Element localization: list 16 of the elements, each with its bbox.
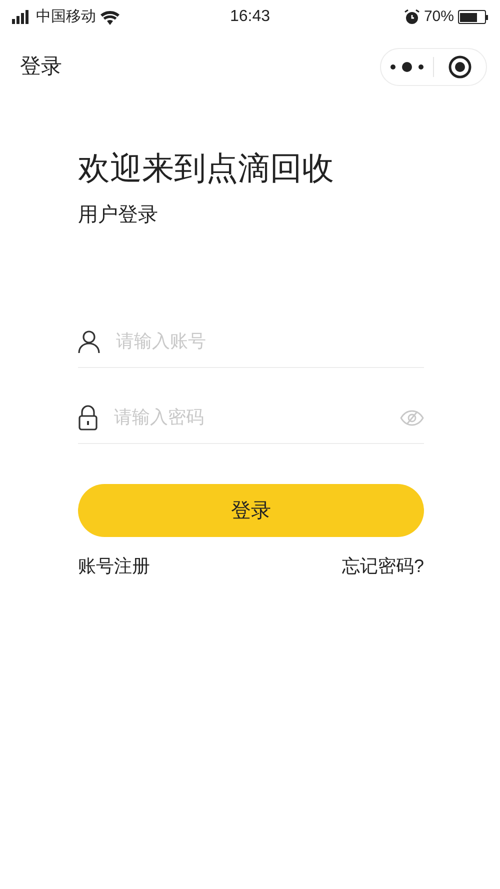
battery-percent: 70% (424, 6, 454, 27)
user-icon (78, 330, 100, 354)
login-subtitle: 用户登录 (78, 203, 159, 228)
close-target-icon[interactable] (448, 55, 472, 79)
login-button[interactable]: 登录 (78, 484, 424, 537)
register-link[interactable]: 账号注册 (78, 553, 150, 580)
more-icon[interactable] (390, 61, 424, 73)
alarm-icon (404, 9, 420, 25)
welcome-heading: 欢迎来到点滴回收 (78, 149, 335, 188)
wifi-icon (100, 10, 120, 24)
page-title: 登录 (20, 54, 62, 80)
lock-icon (78, 404, 98, 430)
forgot-password-link[interactable]: 忘记密码? (342, 553, 424, 580)
clock-time: 16:43 (230, 7, 270, 27)
battery-icon (458, 10, 488, 24)
carrier-name: 中国移动 (36, 6, 96, 27)
